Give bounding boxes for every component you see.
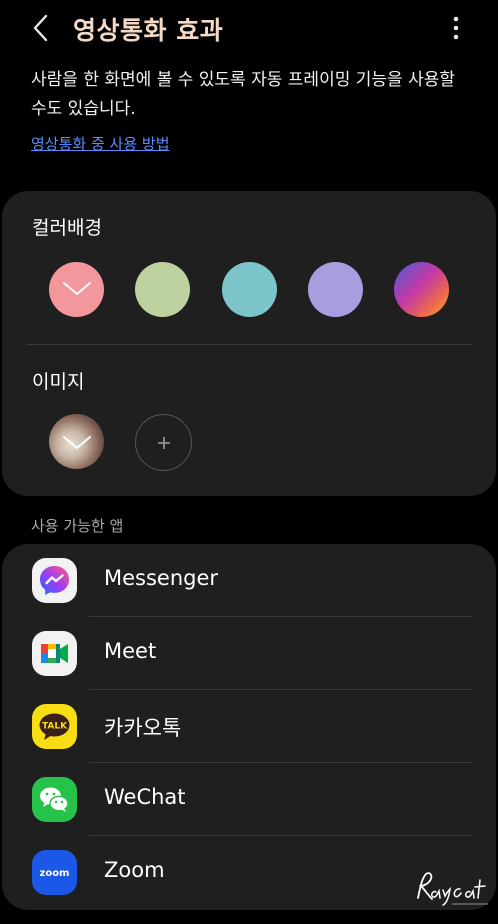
app-bar: 영상통화 효과 <box>0 0 498 58</box>
app-name: Zoom <box>104 858 165 882</box>
wechat-icon <box>32 777 77 822</box>
plus-icon <box>158 437 170 449</box>
app-row-messenger[interactable]: Messenger <box>2 544 496 617</box>
check-icon <box>63 436 91 449</box>
image-background-thumbnail[interactable] <box>49 414 104 469</box>
check-icon <box>63 282 91 295</box>
google-meet-icon <box>32 631 77 676</box>
color-swatch-teal[interactable] <box>222 262 277 317</box>
apps-card: Messenger Meet TALK 카카오톡 WeChat zoom Zoo… <box>2 544 496 910</box>
app-row-meet[interactable]: Meet <box>2 617 496 690</box>
app-row-kakaotalk[interactable]: TALK 카카오톡 <box>2 690 496 763</box>
color-background-label: 컬러배경 <box>32 217 102 239</box>
image-background-label: 이미지 <box>32 371 85 393</box>
divider <box>27 344 472 345</box>
color-swatch-pink[interactable] <box>49 262 104 317</box>
available-apps-label: 사용 가능한 앱 <box>31 517 124 535</box>
description-line-2: 수도 있습니다. <box>31 99 136 119</box>
color-swatch-gradient[interactable] <box>394 262 449 317</box>
description-line-1: 사람을 한 화면에 볼 수 있도록 자동 프레이밍 기능을 사용할 <box>31 70 455 90</box>
messenger-icon <box>32 558 77 603</box>
app-row-wechat[interactable]: WeChat <box>2 763 496 836</box>
color-swatch-green[interactable] <box>135 262 190 317</box>
app-name: Messenger <box>104 566 219 590</box>
how-to-use-link[interactable]: 영상통화 중 사용 방법 <box>31 133 170 154</box>
more-vertical-icon[interactable] <box>444 14 468 42</box>
zoom-icon-text: zoom <box>40 868 70 879</box>
kakaotalk-icon: TALK <box>32 704 77 749</box>
color-swatch-purple[interactable] <box>308 262 363 317</box>
chevron-left-icon[interactable] <box>26 12 56 44</box>
page-title: 영상통화 효과 <box>73 16 224 45</box>
description-text: 사람을 한 화면에 볼 수 있도록 자동 프레이밍 기능을 사용할 수도 있습니… <box>31 66 481 124</box>
kakaotalk-icon-text: TALK <box>42 722 68 732</box>
app-name: WeChat <box>104 785 186 809</box>
app-name: Meet <box>104 639 157 663</box>
zoom-icon: zoom <box>32 850 77 895</box>
app-name: 카카오톡 <box>104 716 182 740</box>
raycat-watermark-logo <box>417 872 488 906</box>
add-image-button[interactable] <box>135 414 192 471</box>
background-card: 컬러배경 이미지 <box>2 191 496 496</box>
